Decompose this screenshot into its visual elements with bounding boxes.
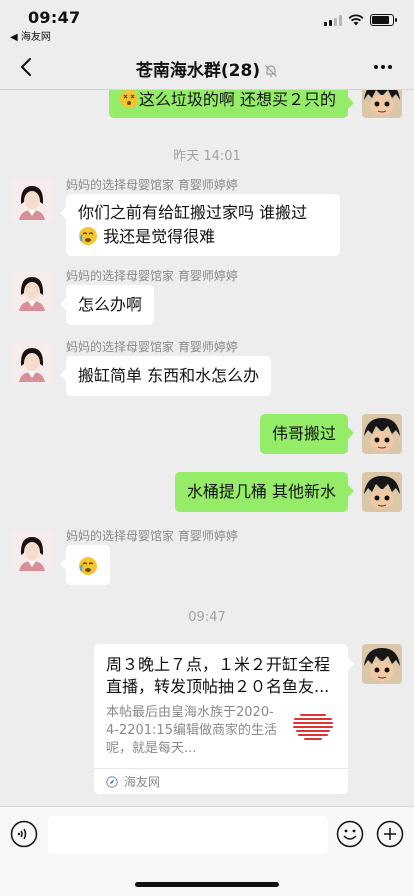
crying-face-emoji-icon xyxy=(79,557,97,575)
timestamp: 昨天 14:01 xyxy=(173,149,241,164)
avatar-self[interactable] xyxy=(362,644,402,684)
more-options-button[interactable] xyxy=(368,54,398,80)
message-text: 伟哥搬过 xyxy=(271,424,336,443)
message-text: 水桶提几桶 其他新水 xyxy=(186,482,336,501)
message-text: 这么垃圾的啊 还想买２只的 xyxy=(138,90,336,109)
cartoon-boy-avatar-icon xyxy=(362,90,402,118)
more-dot-icon xyxy=(388,65,392,69)
message-text: 怎么办啊 xyxy=(78,295,143,314)
card-source-name: 海友网 xyxy=(124,775,161,789)
status-time: 09:47 xyxy=(28,8,81,27)
message-bubble-outgoing[interactable]: 这么垃圾的啊 还想买２只的 xyxy=(108,90,355,118)
cellular-signal-icon xyxy=(324,14,342,26)
message-text: 搬缸简单 东西和水怎么办 xyxy=(78,366,260,385)
woman-avatar-icon xyxy=(12,271,52,311)
avatar-self[interactable] xyxy=(362,472,402,512)
message-text: 你们之前有给缸搬过家吗 谁搬过 xyxy=(78,203,308,222)
chat-header: 苍南海水群(28) xyxy=(0,44,414,90)
card-source: 海友网 xyxy=(94,768,348,794)
sender-name: 妈妈的选择母婴馆家 育婴师婷婷 xyxy=(66,340,238,354)
avatar-self[interactable] xyxy=(362,414,402,454)
woman-avatar-icon xyxy=(12,342,52,382)
message-bubble-outgoing[interactable]: 水桶提几桶 其他新水 xyxy=(174,472,355,512)
home-indicator xyxy=(135,882,279,887)
more-actions-plus-icon[interactable] xyxy=(376,820,404,848)
message-bubble-incoming[interactable]: 怎么办啊 xyxy=(59,285,155,325)
more-dot-icon xyxy=(381,65,385,69)
cartoon-boy-avatar-icon xyxy=(362,414,402,454)
group-name: 苍南海水群(28) xyxy=(135,61,261,81)
message-bubble-incoming[interactable]: 搬缸简单 东西和水怎么办 xyxy=(59,356,272,396)
mute-bell-icon xyxy=(265,65,278,77)
sender-name: 妈妈的选择母婴馆家 育婴师婷婷 xyxy=(66,529,238,543)
status-icons xyxy=(324,14,397,26)
back-to-app-link[interactable]: ◀ 海友网 xyxy=(10,28,51,43)
message-list[interactable]: 这么垃圾的啊 还想买２只的 昨天 14:01 妈妈的选择母婴馆家 育婴师婷婷 你… xyxy=(0,90,414,806)
crying-face-emoji-icon xyxy=(79,227,97,245)
avatar-tingting[interactable] xyxy=(12,271,52,311)
voice-input-icon[interactable] xyxy=(10,820,38,848)
avatar-self[interactable] xyxy=(362,90,402,118)
status-bar: 09:47 ◀ 海友网 xyxy=(0,0,414,44)
avatar-tingting[interactable] xyxy=(12,342,52,382)
card-title: 周３晚上７点，１米２开缸全程直播，转发顶帖抽２０名鱼友... xyxy=(106,655,331,696)
compass-icon xyxy=(106,775,118,788)
message-bubble-incoming[interactable]: 你们之前有给缸搬过家吗 谁搬过 我还是觉得很难 xyxy=(60,194,340,256)
sender-name: 妈妈的选择母婴馆家 育婴师婷婷 xyxy=(66,178,238,192)
message-bubble-outgoing[interactable]: 伟哥搬过 xyxy=(259,414,355,454)
link-card-message[interactable]: 周３晚上７点，１米２开缸全程直播，转发顶帖抽２０名鱼友... 本帖最后由皇海水族… xyxy=(94,644,354,794)
dizzy-face-emoji-icon xyxy=(119,90,138,108)
message-input[interactable] xyxy=(48,816,328,854)
card-thumbnail xyxy=(290,704,336,750)
woman-avatar-icon xyxy=(12,180,52,220)
timestamp: 09:47 xyxy=(188,610,226,625)
cartoon-boy-avatar-icon xyxy=(362,644,402,684)
woman-avatar-icon xyxy=(12,531,52,571)
cartoon-boy-avatar-icon xyxy=(362,472,402,512)
wifi-icon xyxy=(348,14,364,26)
message-bubble-incoming[interactable] xyxy=(60,545,110,585)
avatar-tingting[interactable] xyxy=(12,180,52,220)
battery-icon xyxy=(370,14,397,26)
message-text: 我还是觉得很难 xyxy=(103,227,216,246)
emoji-picker-icon[interactable] xyxy=(336,820,364,848)
avatar-tingting[interactable] xyxy=(12,531,52,571)
card-description: 本帖最后由皇海水族于2020-4-2201:15编辑做商家的生活呢，就是每天..… xyxy=(106,705,277,756)
chat-title: 苍南海水群(28) xyxy=(0,56,414,81)
sender-name: 妈妈的选择母婴馆家 育婴师婷婷 xyxy=(66,269,238,283)
more-dot-icon xyxy=(374,65,378,69)
